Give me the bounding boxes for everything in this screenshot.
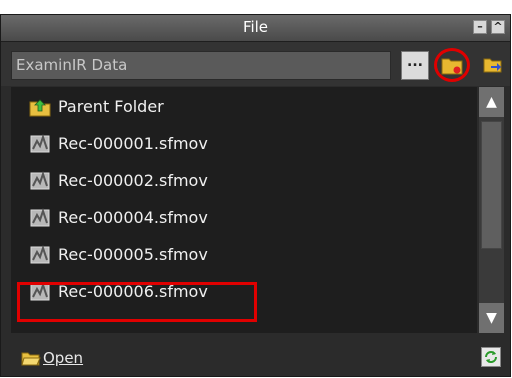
list-item-file[interactable]: Rec-000005.sfmov — [11, 239, 477, 273]
export-icon — [483, 58, 502, 73]
export-button[interactable] — [482, 53, 504, 75]
list-item-file[interactable]: Rec-000002.sfmov — [11, 165, 477, 199]
movie-file-icon — [30, 134, 50, 153]
open-folder-icon — [21, 352, 41, 366]
movie-file-icon — [30, 171, 50, 190]
minimize-button[interactable]: – — [473, 20, 487, 34]
list-item-file[interactable]: Rec-000004.sfmov — [11, 202, 477, 236]
panel-titlebar: File – ^ — [1, 15, 510, 42]
parent-folder-icon — [29, 99, 51, 117]
highlight-box — [17, 282, 257, 322]
refresh-icon — [485, 351, 497, 363]
scrollbar[interactable]: ▲ ▼ — [479, 87, 504, 333]
list-item-label: Parent Folder — [58, 97, 164, 116]
scroll-up-button[interactable]: ▲ — [479, 87, 504, 117]
file-panel: File – ^ ExaminIR Data ... Parent Folder… — [0, 14, 511, 377]
list-item-label: Rec-000002.sfmov — [58, 171, 208, 190]
new-folder-button[interactable] — [434, 48, 470, 82]
scroll-thumb[interactable] — [481, 121, 502, 249]
path-toolbar: ExaminIR Data ... — [1, 42, 510, 86]
list-item-label: Rec-000001.sfmov — [58, 134, 208, 153]
collapse-button[interactable]: ^ — [491, 20, 505, 34]
browse-button[interactable]: ... — [401, 51, 429, 80]
movie-file-icon — [30, 245, 50, 264]
panel-title: File — [242, 18, 269, 36]
list-item-label: Rec-000004.sfmov — [58, 208, 208, 227]
highlight-circle — [434, 48, 470, 82]
refresh-button[interactable] — [481, 347, 501, 367]
list-item-label: Rec-000005.sfmov — [58, 245, 208, 264]
path-field[interactable]: ExaminIR Data — [11, 51, 391, 80]
list-item-file[interactable]: Rec-000001.sfmov — [11, 128, 477, 162]
open-link[interactable]: Open — [43, 349, 83, 367]
scroll-down-button[interactable]: ▼ — [479, 303, 504, 333]
movie-file-icon — [30, 208, 50, 227]
bottom-bar: Open — [1, 341, 510, 376]
list-item-parent-folder[interactable]: Parent Folder — [11, 91, 477, 125]
